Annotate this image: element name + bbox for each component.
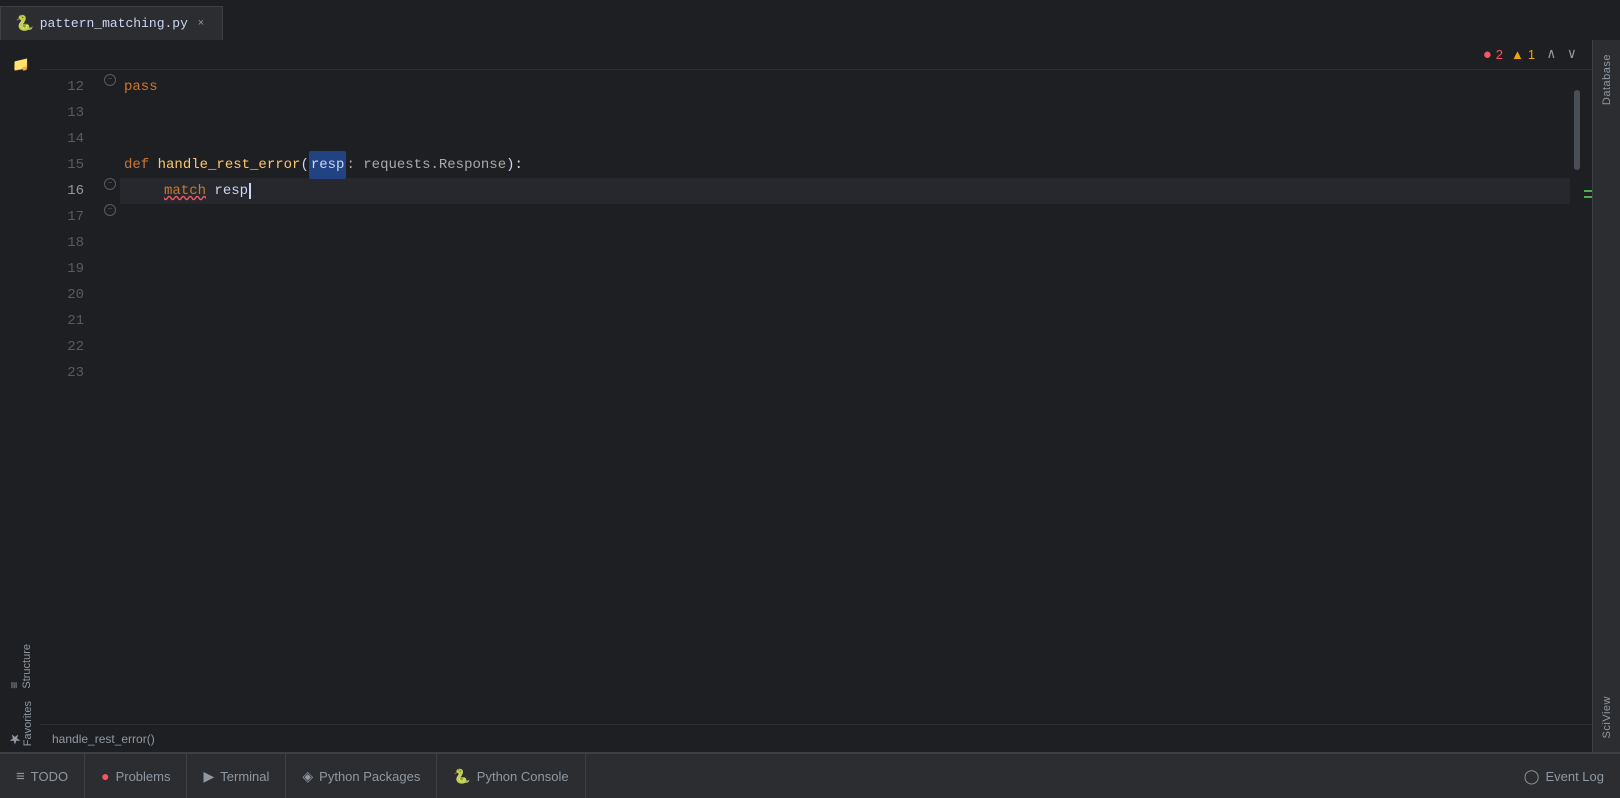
right-tab-database[interactable]: Database bbox=[1597, 44, 1617, 115]
type-hint-colon: : bbox=[346, 152, 363, 178]
bottom-tab-python-packages[interactable]: ◈ Python Packages bbox=[286, 754, 437, 798]
tab-python-icon: 🐍 bbox=[15, 14, 34, 33]
error-badge: ● 2 bbox=[1483, 46, 1503, 63]
error-icon: ● bbox=[1483, 46, 1492, 63]
tab-close-button[interactable]: × bbox=[194, 17, 208, 31]
code-line-12: pass bbox=[120, 74, 1570, 100]
line-num-22: 22 bbox=[40, 334, 92, 360]
line-num-16: 16 bbox=[40, 178, 92, 204]
folder-icon: 📁 bbox=[12, 54, 28, 72]
editor-tab[interactable]: 🐍 pattern_matching.py × bbox=[0, 6, 223, 40]
event-log-label: Event Log bbox=[1545, 769, 1604, 784]
star-icon: ★ bbox=[6, 703, 22, 746]
keyword-match: match bbox=[164, 178, 206, 204]
python-console-label: Python Console bbox=[477, 769, 569, 784]
minimap-line-2 bbox=[1584, 196, 1592, 198]
nav-down-button[interactable]: ∨ bbox=[1564, 44, 1580, 65]
right-sidebar: Database SciView bbox=[1592, 40, 1620, 752]
fold-marker-16[interactable]: − bbox=[104, 204, 116, 216]
terminal-label: Terminal bbox=[220, 769, 269, 784]
line-num-20: 20 bbox=[40, 282, 92, 308]
code-line-17 bbox=[120, 204, 1570, 230]
match-var: resp bbox=[214, 178, 248, 204]
tab-filename: pattern_matching.py bbox=[40, 16, 188, 31]
breadcrumb-bar: handle_rest_error() bbox=[40, 724, 1592, 752]
bottom-tab-terminal[interactable]: ▶ Terminal bbox=[187, 754, 286, 798]
paren-open: ( bbox=[300, 152, 308, 178]
line-numbers: 12 13 14 15 16 17 18 19 20 21 22 23 bbox=[40, 70, 100, 724]
keyword-def: def bbox=[124, 152, 158, 178]
scrollbar-thumb[interactable] bbox=[1574, 90, 1580, 170]
code-editor[interactable]: 12 13 14 15 16 17 18 19 20 21 22 23 − bbox=[40, 70, 1592, 724]
warning-icon: ▲ bbox=[1511, 47, 1524, 62]
code-line-23 bbox=[120, 360, 1570, 386]
minimap-line-1 bbox=[1584, 190, 1592, 192]
line-num-19: 19 bbox=[40, 256, 92, 282]
code-line-15: def handle_rest_error ( resp : requests.… bbox=[120, 152, 1570, 178]
text-cursor bbox=[249, 183, 251, 199]
editor-container: ● 2 ▲ 1 ∧ ∨ 12 13 14 15 16 17 18 bbox=[40, 40, 1592, 752]
warning-badge: ▲ 1 bbox=[1511, 47, 1535, 62]
event-log-icon: ◯ bbox=[1524, 768, 1540, 785]
todo-icon: ≡ bbox=[16, 768, 25, 785]
editor-toolbar: ● 2 ▲ 1 ∧ ∨ bbox=[40, 40, 1592, 70]
keyword-pass: pass bbox=[124, 74, 158, 100]
sidebar-item-structure[interactable]: ≡ Structure bbox=[7, 638, 33, 695]
structure-label: Structure bbox=[21, 644, 33, 689]
left-sidebar: 📁 ≡ Structure ★ Favorites bbox=[0, 40, 40, 752]
python-packages-icon: ◈ bbox=[302, 768, 313, 785]
python-packages-label: Python Packages bbox=[319, 769, 420, 784]
paren-close: ) bbox=[506, 152, 514, 178]
scrollbar-track[interactable] bbox=[1570, 70, 1592, 724]
tab-bar: 🐍 pattern_matching.py × bbox=[0, 0, 1620, 40]
warning-count: 1 bbox=[1528, 47, 1535, 62]
bottom-panel: ≡ TODO ● Problems ▶ Terminal ◈ Python Pa… bbox=[0, 752, 1620, 798]
main-area: 📁 ≡ Structure ★ Favorites ● 2 ▲ 1 ∧ ∨ bbox=[0, 40, 1620, 752]
line-num-23: 23 bbox=[40, 360, 92, 386]
line-num-18: 18 bbox=[40, 230, 92, 256]
fold-marker-15[interactable]: − bbox=[104, 178, 116, 190]
event-log-button[interactable]: ◯ Event Log bbox=[1508, 754, 1620, 798]
line-num-12: 12 bbox=[40, 74, 92, 100]
code-line-14 bbox=[120, 126, 1570, 152]
nav-arrows: ∧ ∨ bbox=[1543, 44, 1580, 65]
line-num-15: 15 bbox=[40, 152, 92, 178]
code-line-20 bbox=[120, 282, 1570, 308]
problems-icon: ● bbox=[101, 768, 109, 784]
def-colon: : bbox=[515, 152, 523, 178]
code-line-13 bbox=[120, 100, 1570, 126]
type-requests: requests.Response bbox=[363, 152, 506, 178]
problems-label: Problems bbox=[116, 769, 171, 784]
right-tab-sciview[interactable]: SciView bbox=[1597, 686, 1617, 748]
bottom-tab-python-console[interactable]: 🐍 Python Console bbox=[437, 754, 585, 798]
fold-marker-12[interactable]: − bbox=[104, 74, 116, 86]
structure-icon: ≡ bbox=[7, 648, 21, 689]
sidebar-item-project[interactable]: 📁 bbox=[12, 40, 28, 82]
line-num-17: 17 bbox=[40, 204, 92, 230]
error-count: 2 bbox=[1496, 47, 1503, 62]
todo-label: TODO bbox=[31, 769, 68, 784]
param-resp: resp bbox=[309, 151, 347, 179]
code-line-16: match resp bbox=[120, 178, 1570, 204]
code-line-22 bbox=[120, 334, 1570, 360]
space bbox=[206, 178, 214, 204]
code-line-21 bbox=[120, 308, 1570, 334]
bottom-tab-problems[interactable]: ● Problems bbox=[85, 754, 187, 798]
python-console-icon: 🐍 bbox=[453, 768, 470, 785]
nav-up-button[interactable]: ∧ bbox=[1543, 44, 1559, 65]
code-content[interactable]: pass def handle_rest_error ( resp : requ… bbox=[120, 70, 1570, 724]
line-num-14: 14 bbox=[40, 126, 92, 152]
bottom-tab-todo[interactable]: ≡ TODO bbox=[0, 754, 85, 798]
breadcrumb-text: handle_rest_error() bbox=[52, 732, 155, 746]
line-num-21: 21 bbox=[40, 308, 92, 334]
code-line-19 bbox=[120, 256, 1570, 282]
terminal-icon: ▶ bbox=[203, 768, 214, 785]
gutter: − − − bbox=[100, 70, 120, 724]
line-num-13: 13 bbox=[40, 100, 92, 126]
favorites-label: Favorites bbox=[22, 701, 34, 746]
sidebar-item-favorites[interactable]: ★ Favorites bbox=[6, 695, 34, 752]
code-line-18 bbox=[120, 230, 1570, 256]
function-name: handle_rest_error bbox=[158, 152, 301, 178]
